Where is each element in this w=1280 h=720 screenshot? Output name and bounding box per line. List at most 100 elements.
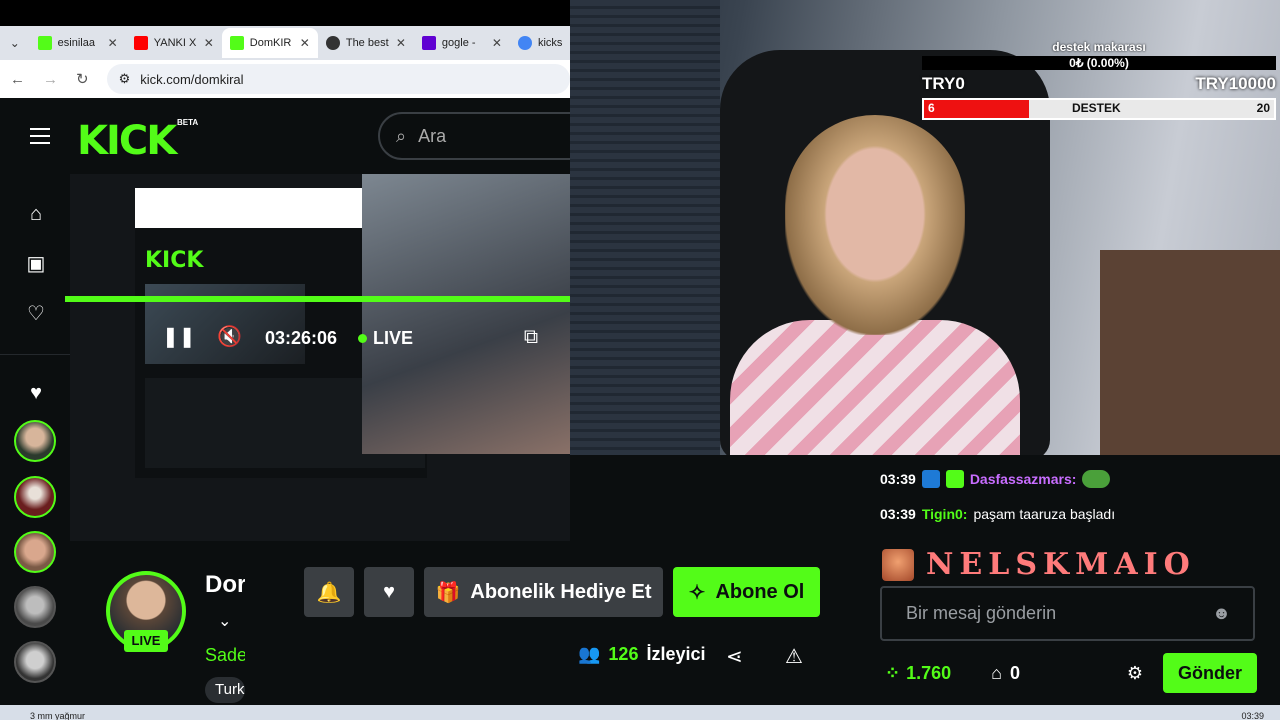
mute-icon[interactable]: 🔇 [217,326,242,348]
streamer-shirt [730,320,1020,455]
goal-progress-text: 0₺ (0.00%) [922,56,1276,70]
browser-tab[interactable]: kicks s [510,28,570,58]
heart-icon: ♥ [383,580,395,603]
chat-timestamp: 03:39 [880,471,916,487]
chat-settings-icon[interactable]: ⚙ [1127,663,1143,684]
destek-label: DESTEK [1072,101,1121,115]
sidebar: ⌂ ▣ ♡ ♥ [0,174,70,704]
language-tag[interactable]: Turk [205,677,245,703]
pause-icon[interactable]: ❚❚ [162,326,196,348]
forward-icon[interactable]: → [43,71,58,88]
tab-close-icon[interactable]: ✕ [396,36,406,50]
chat-username[interactable]: Dasfassazmars: [970,471,1077,487]
tab-favicon-icon [325,36,340,50]
emoji-icon[interactable]: ☻ [1212,603,1231,624]
video-player[interactable]: KICK [70,174,570,541]
sidebar-divider [0,354,70,355]
background-furniture [1100,250,1280,455]
pip-icon[interactable]: ⧉ [520,326,542,348]
tab-title: esinilaa [57,37,95,49]
goal-min-label: TRY0 [922,74,965,93]
kick-logo[interactable]: KICK [77,118,177,164]
site-info-icon[interactable]: ⚙ [119,71,131,87]
goal-max-label: TRY10000 [1195,74,1276,93]
window-blind [570,0,720,455]
tab-favicon-icon [37,36,52,50]
channel-info: LIVE Dor ⌄ Sade Turk 🔔 ♥ 🎁 Abonelik Hedi… [70,541,855,706]
tab-search-dropdown-icon[interactable]: ⌄ [0,36,30,50]
viewers-icon: 👥 [578,644,601,664]
following-heart-icon: ♥ [30,382,42,404]
tab-favicon-icon [133,36,148,50]
chat-input[interactable]: Bir mesaj gönderin ☻ [880,586,1255,641]
tab-favicon-icon [517,36,532,50]
goal-range: TRY0 TRY10000 [922,74,1276,94]
screen: ⌄ esinilaa ✕ YANKI X ✕ DomKIR ✕ The best… [0,0,1280,720]
bell-icon: 🔔 [316,581,342,604]
reload-icon[interactable]: ↻ [76,70,89,88]
goal-title: destek makarası [1052,40,1146,54]
back-icon[interactable]: ← [10,71,25,88]
channel-name[interactable]: Dor [205,571,245,599]
menu-icon[interactable] [30,128,50,149]
live-indicator: LIVE [358,328,413,349]
sidebar-channel-avatar[interactable] [14,641,56,683]
tab-title: YANKI X [153,37,197,49]
report-icon[interactable]: ⚠ [785,644,803,669]
tab-close-icon[interactable]: ✕ [108,36,118,50]
points-value: 1.760 [906,662,952,683]
destek-bar-fill [924,100,1029,118]
gift-icon: 🎁 [435,581,461,604]
browser-tab[interactable]: YANKI X ✕ [126,28,222,58]
browse-icon[interactable]: ▣ [24,252,48,276]
live-label: LIVE [373,328,414,348]
home-icon[interactable]: ⌂ [24,202,48,226]
browser-tab-active[interactable]: DomKIR ✕ [221,28,318,58]
following-icon[interactable]: ♡ [24,302,48,326]
search-icon: ⌕ [396,125,407,146]
sidebar-channel-avatar[interactable] [14,420,56,462]
sidebar-channel-avatar[interactable] [14,531,56,573]
tab-title: DomKIR [249,37,292,49]
chat-input-placeholder: Bir mesaj gönderin [906,603,1057,623]
live-dot-icon [358,334,367,343]
subscribe-label: Abone Ol [715,580,805,603]
send-button[interactable]: Gönder [1163,653,1257,693]
share-icon[interactable]: ⋖ [726,644,743,669]
channel-points[interactable]: ⁘ 1.760 [885,663,951,684]
viewer-count: 👥 126 İzleyici [578,644,706,665]
browser-tab[interactable]: gogle - ✕ [414,28,510,58]
gift-badge-icon [945,470,964,488]
tab-close-icon[interactable]: ✕ [300,36,310,50]
sidebar-channel-avatar[interactable] [14,476,56,518]
nested-webcam-capture [362,174,570,454]
tab-close-icon[interactable]: ✕ [492,36,502,50]
stream-category[interactable]: Sade [205,645,245,666]
beta-label: BETA [177,118,199,127]
gift-subscription-button[interactable]: 🎁 Abonelik Hediye Et [424,567,663,617]
nelskmaio-avatar-icon [882,548,914,581]
gift-count-value: 0 [1010,662,1021,683]
tab-favicon-icon [421,36,436,50]
search-input[interactable]: ⌕ Ara [378,112,598,160]
follow-button[interactable]: ♥ [364,567,414,617]
sparkle-icon: ✧ [688,581,706,604]
browser-tab[interactable]: The best ✕ [318,28,414,58]
gift-count[interactable]: ⌂ 0 [991,663,1020,684]
chat-timestamp: 03:39 [880,506,916,522]
tab-close-icon[interactable]: ✕ [204,36,214,50]
notification-button[interactable]: 🔔 [304,567,354,617]
chevron-down-icon[interactable]: ⌄ [218,611,231,631]
destek-bar: 6 DESTEK 20 [922,98,1276,120]
browser-tab[interactable]: esinilaa ✕ [30,28,126,58]
viewer-count-value: 126 [608,644,639,664]
chat-message: 03:39 Tigin0: paşam taaruza başladı [880,506,1115,522]
stream-time: 03:26:06 [265,328,338,348]
chat-message-text: paşam taaruza başladı [973,506,1116,522]
url-field[interactable]: ⚙ kick.com/domkiral [106,64,570,94]
destek-right-value: 20 [1256,101,1270,115]
tab-row: ⌄ esinilaa ✕ YANKI X ✕ DomKIR ✕ The best… [0,26,570,60]
subscribe-button[interactable]: ✧ Abone Ol [673,567,820,617]
chat-username[interactable]: Tigin0: [922,506,968,522]
sidebar-channel-avatar[interactable] [14,586,56,628]
